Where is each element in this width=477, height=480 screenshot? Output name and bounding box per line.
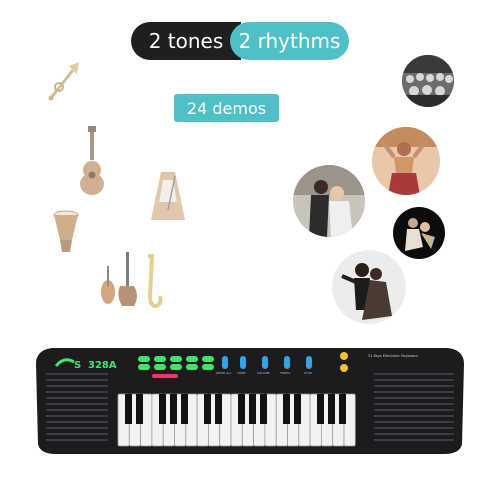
tango-dancers-photo bbox=[393, 207, 445, 259]
audience-photo bbox=[402, 55, 454, 107]
guitar-icon bbox=[78, 126, 106, 196]
svg-text:VOLUME: VOLUME bbox=[257, 371, 270, 375]
tones-label: 2 tones bbox=[148, 29, 224, 53]
brand-logo: S bbox=[74, 360, 81, 371]
rhythms-badge: 2 rhythms bbox=[230, 22, 349, 60]
ballroom-dancers-photo bbox=[332, 250, 406, 324]
svg-text:DEMO ALL: DEMO ALL bbox=[216, 371, 232, 375]
violin-guitar-saxophone-icon bbox=[98, 252, 164, 310]
trumpet-icon bbox=[47, 60, 81, 102]
svg-text:TEMPO: TEMPO bbox=[279, 371, 291, 375]
rhythms-label: 2 rhythms bbox=[238, 29, 341, 53]
svg-text:TONE: TONE bbox=[236, 371, 245, 375]
demos-label: 24 demos bbox=[186, 98, 267, 118]
model-number: 328A bbox=[88, 360, 117, 371]
demos-badge: 24 demos bbox=[174, 94, 279, 122]
electronic-keyboard: S 328A 31 Keys Electronic Keyboard DEMO … bbox=[34, 344, 466, 456]
svg-text:STOP: STOP bbox=[304, 371, 312, 375]
drum-icon bbox=[52, 210, 80, 254]
belly-dancer-photo bbox=[372, 127, 440, 195]
panel-title: 31 Keys Electronic Keyboard bbox=[368, 354, 418, 358]
tones-badge: 2 tones bbox=[131, 22, 241, 60]
dancing-couple-photo bbox=[293, 165, 365, 237]
metronome-icon bbox=[149, 170, 187, 222]
